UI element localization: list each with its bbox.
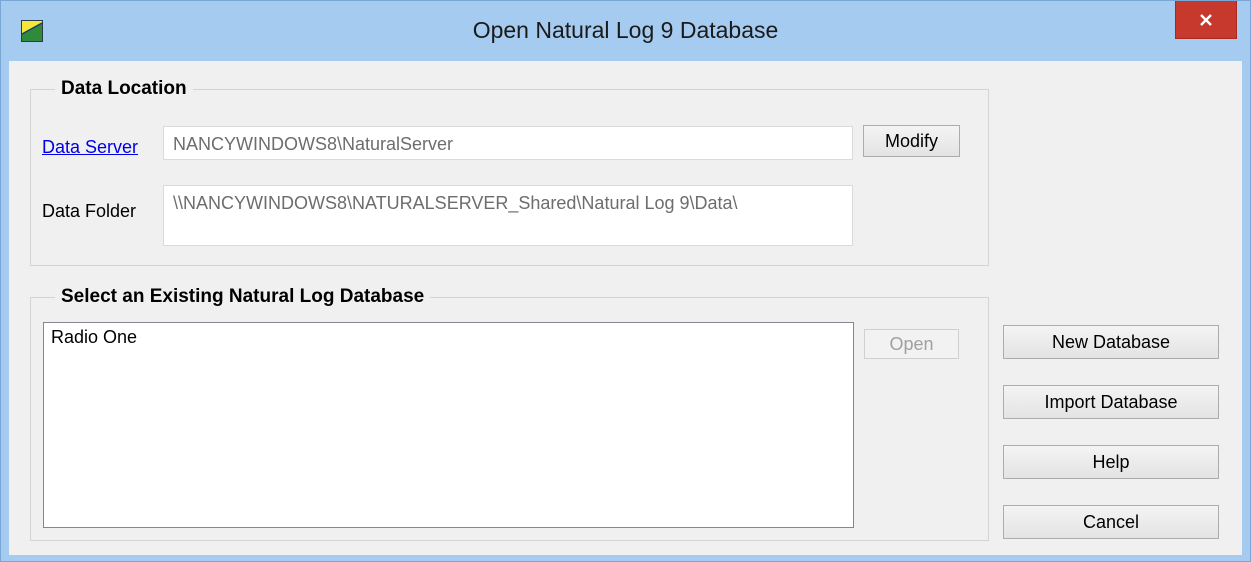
data-location-group: Data Location Data Server NANCYWINDOWS8\… bbox=[30, 77, 989, 266]
data-location-title: Data Location bbox=[55, 77, 193, 101]
dialog-body: Data Location Data Server NANCYWINDOWS8\… bbox=[9, 61, 1242, 555]
data-server-link[interactable]: Data Server bbox=[42, 136, 138, 158]
new-database-button[interactable]: New Database bbox=[1003, 325, 1219, 359]
import-database-button[interactable]: Import Database bbox=[1003, 385, 1219, 419]
database-list[interactable]: Radio One bbox=[43, 322, 854, 528]
help-button[interactable]: Help bbox=[1003, 445, 1219, 479]
window-title: Open Natural Log 9 Database bbox=[472, 17, 779, 43]
data-server-field[interactable]: NANCYWINDOWS8\NaturalServer bbox=[163, 126, 853, 160]
cancel-button[interactable]: Cancel bbox=[1003, 505, 1219, 539]
existing-database-group: Select an Existing Natural Log Database … bbox=[30, 285, 989, 541]
dialog-window: Open Natural Log 9 Database Data Locatio… bbox=[0, 0, 1251, 562]
modify-button[interactable]: Modify bbox=[863, 125, 960, 157]
title-bar[interactable]: Open Natural Log 9 Database bbox=[1, 1, 1250, 61]
close-icon bbox=[1200, 13, 1212, 26]
data-folder-field[interactable]: \\NANCYWINDOWS8\NATURALSERVER_Shared\Nat… bbox=[163, 185, 853, 246]
open-button[interactable]: Open bbox=[864, 329, 959, 359]
data-folder-label: Data Folder bbox=[42, 201, 137, 221]
list-item[interactable]: Radio One bbox=[44, 323, 853, 348]
close-button[interactable] bbox=[1175, 1, 1237, 39]
existing-database-title: Select an Existing Natural Log Database bbox=[55, 285, 431, 309]
